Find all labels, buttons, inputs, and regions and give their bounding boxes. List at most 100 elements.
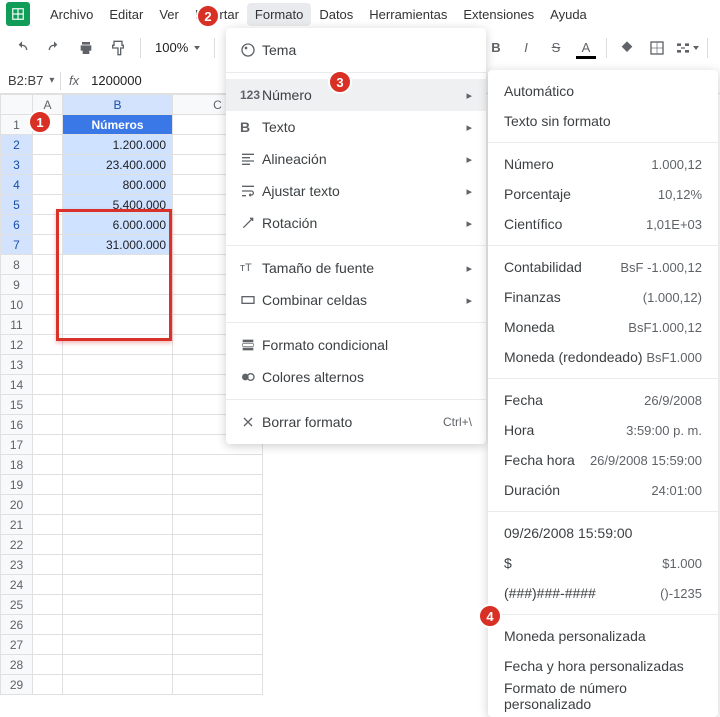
cell[interactable] [33, 255, 63, 275]
cell[interactable] [33, 375, 63, 395]
number-format-option[interactable]: Hora3:59:00 p. m. [488, 415, 718, 445]
cell[interactable] [173, 515, 263, 535]
number-format-option[interactable]: $$1.000 [488, 548, 718, 578]
cell[interactable] [63, 255, 173, 275]
number-format-option[interactable]: Número1.000,12 [488, 149, 718, 179]
cell[interactable] [33, 275, 63, 295]
number-format-option[interactable]: Finanzas(1.000,12) [488, 282, 718, 312]
cell[interactable] [173, 635, 263, 655]
number-format-option[interactable]: Porcentaje10,12% [488, 179, 718, 209]
borders-button[interactable] [643, 34, 671, 62]
undo-button[interactable] [8, 34, 36, 62]
print-button[interactable] [72, 34, 100, 62]
number-format-option[interactable]: Fecha26/9/2008 [488, 385, 718, 415]
merge-button[interactable] [673, 34, 701, 62]
cell[interactable] [63, 415, 173, 435]
row-header[interactable]: 4 [1, 175, 33, 195]
cell[interactable] [63, 355, 173, 375]
cell[interactable] [173, 675, 263, 695]
formula-value[interactable]: 1200000 [87, 73, 146, 88]
cell[interactable]: 23.400.000 [63, 155, 173, 175]
row-header[interactable]: 20 [1, 495, 33, 515]
menu-theme[interactable]: Tema [226, 34, 486, 66]
cell[interactable] [173, 555, 263, 575]
cell[interactable] [63, 375, 173, 395]
cell[interactable] [33, 415, 63, 435]
cell[interactable] [63, 455, 173, 475]
number-format-option[interactable]: Duración24:01:00 [488, 475, 718, 505]
number-format-option[interactable]: ContabilidadBsF -1.000,12 [488, 252, 718, 282]
menu-editar[interactable]: Editar [101, 3, 151, 26]
strike-button[interactable]: S [542, 34, 570, 62]
row-header[interactable]: 7 [1, 235, 33, 255]
row-header[interactable]: 22 [1, 535, 33, 555]
menu-ayuda[interactable]: Ayuda [542, 3, 595, 26]
cell[interactable] [63, 315, 173, 335]
cell[interactable]: 5.400.000 [63, 195, 173, 215]
cell[interactable] [33, 315, 63, 335]
cell[interactable] [33, 595, 63, 615]
menu-alternating[interactable]: Colores alternos [226, 361, 486, 393]
cell[interactable] [33, 335, 63, 355]
menu-text[interactable]: BTexto▸ [226, 111, 486, 143]
row-header[interactable]: 2 [1, 135, 33, 155]
cell[interactable] [173, 455, 263, 475]
cell[interactable] [33, 475, 63, 495]
row-header[interactable]: 27 [1, 635, 33, 655]
italic-button[interactable]: I [512, 34, 540, 62]
menu-ver[interactable]: Ver [151, 3, 187, 26]
row-header[interactable]: 10 [1, 295, 33, 315]
cell[interactable] [63, 575, 173, 595]
row-header[interactable]: 3 [1, 155, 33, 175]
menu-number[interactable]: 123 Número ▸ [226, 79, 486, 111]
cell[interactable] [63, 495, 173, 515]
row-header[interactable]: 23 [1, 555, 33, 575]
row-header[interactable]: 5 [1, 195, 33, 215]
cell[interactable] [173, 575, 263, 595]
cell[interactable] [33, 195, 63, 215]
menu-datos[interactable]: Datos [311, 3, 361, 26]
bold-button[interactable]: B [482, 34, 510, 62]
cell[interactable] [33, 555, 63, 575]
row-header[interactable]: 15 [1, 395, 33, 415]
menu-wrap[interactable]: Ajustar texto▸ [226, 175, 486, 207]
fill-color-button[interactable] [613, 34, 641, 62]
row-header[interactable]: 28 [1, 655, 33, 675]
menu-fontsize[interactable]: тTTamaño de fuente▸ [226, 252, 486, 284]
menu-herramientas[interactable]: Herramientas [361, 3, 455, 26]
row-header[interactable]: 6 [1, 215, 33, 235]
cell[interactable] [63, 555, 173, 575]
cell[interactable] [173, 535, 263, 555]
cell[interactable] [63, 275, 173, 295]
row-header[interactable]: 8 [1, 255, 33, 275]
menu-rotation[interactable]: Rotación▸ [226, 207, 486, 239]
menu-clear-format[interactable]: Borrar formato Ctrl+\ [226, 406, 486, 438]
cell[interactable] [63, 335, 173, 355]
cell[interactable] [33, 515, 63, 535]
menu-merge[interactable]: Combinar celdas▸ [226, 284, 486, 316]
cell[interactable] [63, 595, 173, 615]
row-header[interactable]: 26 [1, 615, 33, 635]
row-header[interactable]: 12 [1, 335, 33, 355]
cell[interactable] [33, 135, 63, 155]
menu-archivo[interactable]: Archivo [42, 3, 101, 26]
cell[interactable] [33, 655, 63, 675]
redo-button[interactable] [40, 34, 68, 62]
number-format-option[interactable]: Científico1,01E+03 [488, 209, 718, 239]
cell[interactable] [33, 535, 63, 555]
cell[interactable] [63, 295, 173, 315]
col-header[interactable]: B [63, 95, 173, 115]
paint-format-button[interactable] [104, 34, 132, 62]
cell[interactable] [63, 655, 173, 675]
cell[interactable] [33, 355, 63, 375]
row-header[interactable]: 16 [1, 415, 33, 435]
number-format-option[interactable]: (###)###-####()-1235 [488, 578, 718, 608]
row-header[interactable]: 11 [1, 315, 33, 335]
zoom-select[interactable]: 100% [149, 40, 206, 55]
name-box[interactable]: B2:B7▾ [0, 73, 60, 88]
menu-formato[interactable]: Formato [247, 3, 311, 26]
cell[interactable] [33, 635, 63, 655]
cell[interactable]: 1.200.000 [63, 135, 173, 155]
cell[interactable]: Números [63, 115, 173, 135]
cell[interactable] [173, 615, 263, 635]
